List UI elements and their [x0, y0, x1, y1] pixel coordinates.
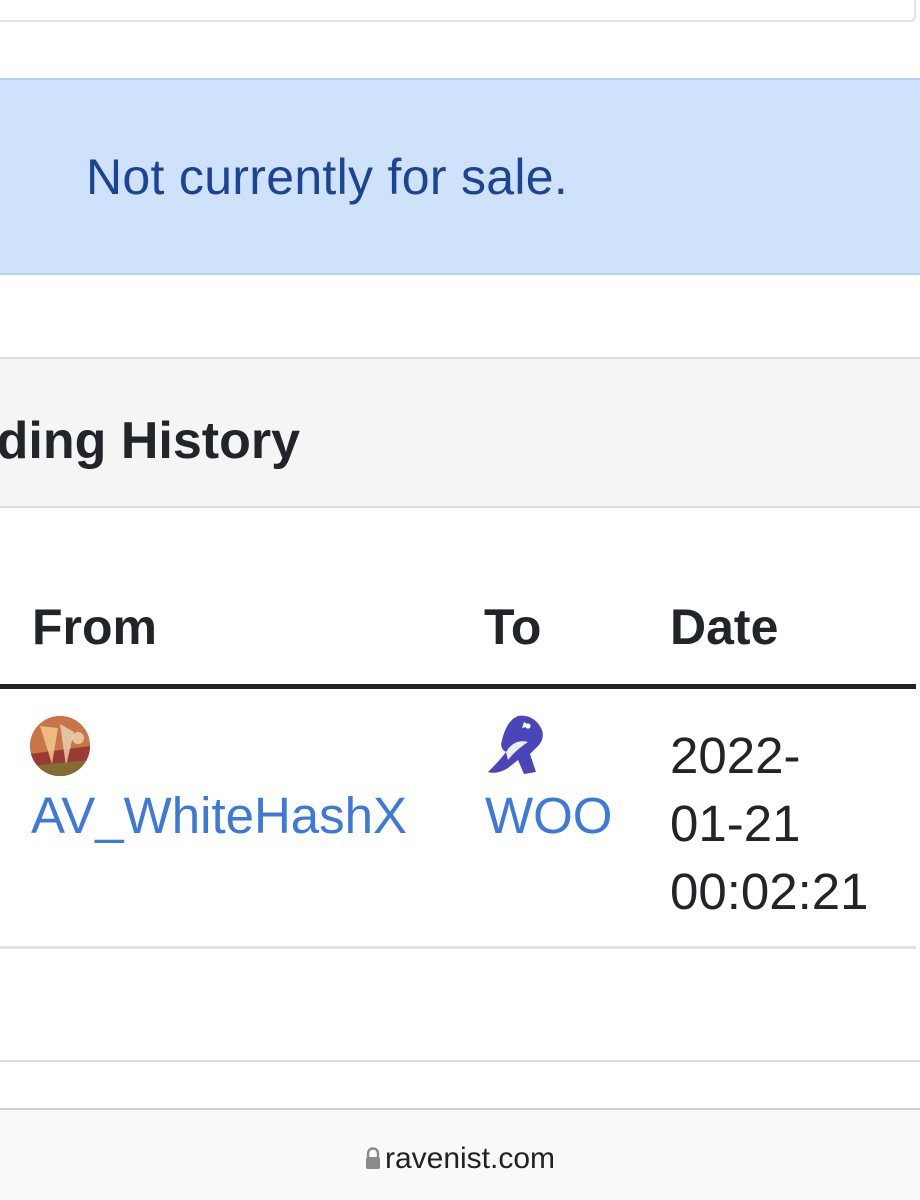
trade-date-line-1: 2022- — [670, 727, 801, 784]
lock-icon — [365, 1147, 380, 1169]
page: Not currently for sale. ding History Fro… — [0, 0, 920, 1200]
trade-date-line-3: 00:02:21 — [670, 863, 869, 920]
column-header-to: To — [484, 599, 542, 655]
column-header-date: Date — [670, 599, 779, 655]
from-user-avatar[interactable] — [30, 716, 90, 776]
browser-address-bar[interactable]: ravenist.com — [0, 1108, 920, 1200]
page-url: ravenist.com — [384, 1142, 556, 1175]
address-display[interactable]: ravenist.com — [0, 1142, 920, 1176]
table-row-divider — [0, 946, 916, 949]
trading-history-card: ding History — [0, 357, 920, 1062]
raven-icon[interactable] — [484, 712, 548, 778]
from-user-link[interactable]: AV_WhiteHashX — [31, 786, 407, 845]
sale-status-alert: Not currently for sale. — [0, 78, 920, 275]
trade-date: 2022- 01-21 00:02:21 — [670, 722, 869, 926]
table-header-rule — [0, 684, 916, 689]
sale-status-message: Not currently for sale. — [86, 148, 569, 205]
trading-history-header: ding History — [0, 359, 920, 508]
column-header-from: From — [32, 599, 157, 655]
trade-date-line-2: 01-21 — [670, 795, 801, 852]
top-card-edge — [0, 0, 916, 22]
to-user-link[interactable]: WOO — [485, 786, 612, 845]
trading-history-title: ding History — [0, 412, 300, 470]
